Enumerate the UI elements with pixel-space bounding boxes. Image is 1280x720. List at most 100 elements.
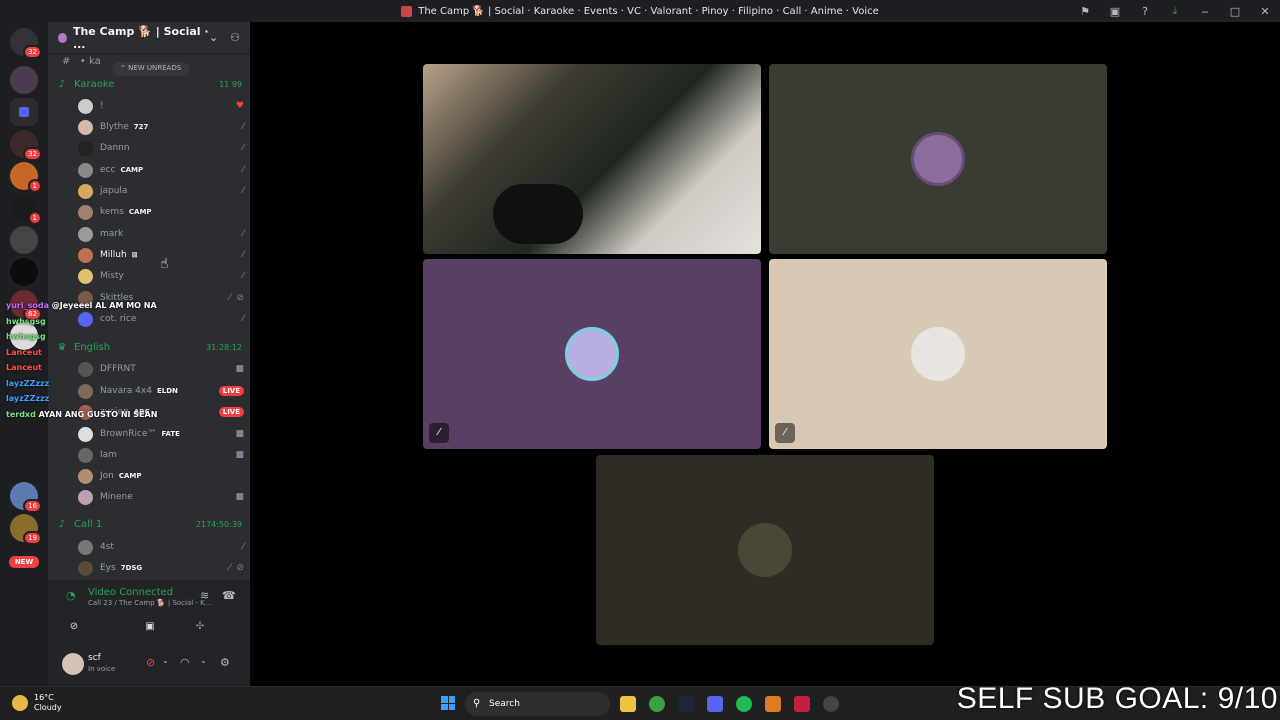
live-badge: LIVE xyxy=(218,407,244,417)
close-button[interactable]: ✕ xyxy=(1250,5,1280,18)
chevron-down-icon[interactable]: ⌄ xyxy=(162,656,169,665)
activities-button[interactable]: ✣ xyxy=(174,617,226,637)
member-item[interactable]: ! ♥ xyxy=(78,96,244,116)
member-item[interactable]: ecc CAMP ⁄ xyxy=(78,160,244,180)
signal-icon[interactable]: ◔ xyxy=(66,589,76,602)
disconnect-icon[interactable]: ☎ xyxy=(222,589,236,602)
member-item[interactable]: kems CAMP xyxy=(78,202,244,222)
spotify-icon[interactable] xyxy=(736,696,752,712)
video-tile-avatar[interactable]: ⁄ xyxy=(423,259,761,449)
member-item[interactable]: mark ⁄ xyxy=(78,224,244,244)
channel-timer: 2174:50:39 xyxy=(195,519,242,529)
avatar xyxy=(738,523,792,577)
avatar xyxy=(911,327,965,381)
member-item[interactable]: Jon CAMP xyxy=(78,466,244,486)
screen-icon[interactable]: ▣ xyxy=(1100,5,1130,18)
server-icon-pizza[interactable]: 1 xyxy=(10,162,42,193)
mute-icon: ⁄ xyxy=(242,122,244,132)
text-channel-peek[interactable]: # • ka xyxy=(62,56,101,67)
new-unreads-pill[interactable]: ⌃ NEW UNREADS xyxy=(112,62,190,76)
avatar xyxy=(78,119,93,135)
help-icon[interactable]: ? xyxy=(1130,5,1160,18)
app-icon[interactable] xyxy=(765,696,781,712)
download-icon[interactable]: ⤓ xyxy=(1160,4,1190,18)
weather-icon[interactable] xyxy=(12,695,28,711)
taskbar-search[interactable]: ⚲ Search xyxy=(465,692,610,716)
heart-icon: ♥ xyxy=(235,101,244,111)
inbox-icon[interactable]: ⚑ xyxy=(1070,5,1100,18)
add-member-icon[interactable]: ⚇ xyxy=(230,31,240,44)
gear-icon[interactable]: ⚙ xyxy=(220,656,230,669)
steam-icon[interactable] xyxy=(678,696,694,712)
avatar xyxy=(78,268,93,284)
minimize-button[interactable]: ‒ xyxy=(1190,5,1220,18)
start-button[interactable] xyxy=(441,696,455,710)
avatar xyxy=(78,226,93,242)
video-tile-avatar[interactable]: ⁄ xyxy=(769,259,1107,449)
server-icon[interactable] xyxy=(10,226,38,254)
avatar xyxy=(78,204,93,220)
stream-chat-overlay: yuri_soda @Jeyeeel AL AM MO NA hwhsgsg h… xyxy=(6,298,196,422)
mic-muted-icon[interactable]: ⊘ xyxy=(146,656,155,669)
avatar xyxy=(78,447,93,463)
chevron-down-icon[interactable]: ⌄ xyxy=(200,656,207,665)
member-item[interactable]: Eys 7DSG ⁄ ⊘ xyxy=(78,558,244,578)
voice-channel-call-1[interactable]: ♪ Call 1 2174:50:39 xyxy=(56,515,242,533)
voice-status[interactable]: Video Connected xyxy=(88,587,173,598)
avatar xyxy=(78,247,93,263)
member-item[interactable]: Dannn ⁄ xyxy=(78,138,244,158)
camera-off-button[interactable]: ⊘ xyxy=(48,617,100,637)
member-item[interactable]: Minene ■ xyxy=(78,487,244,507)
avatar xyxy=(78,183,93,199)
member-item[interactable]: Iam ■ xyxy=(78,445,244,465)
channel-name: Call 1 xyxy=(74,518,103,530)
chrome-icon[interactable] xyxy=(649,696,665,712)
member-item[interactable]: japula ⁄ xyxy=(78,181,244,201)
server-name: The Camp 🐕 | Social · ... xyxy=(72,24,209,51)
noise-suppression-icon[interactable]: ≋ xyxy=(200,589,209,602)
discord-icon[interactable] xyxy=(707,696,723,712)
server-icon[interactable] xyxy=(10,66,38,94)
video-tile-camera[interactable] xyxy=(423,64,761,254)
voice-location[interactable]: Call 23 / The Camp 🐕 | Social - K... xyxy=(88,599,211,607)
app-icon[interactable] xyxy=(794,696,810,712)
server-icon[interactable]: 19 xyxy=(10,514,42,545)
file-explorer-icon[interactable] xyxy=(620,696,636,712)
channel-timer: 31:28:12 xyxy=(206,342,242,352)
member-item[interactable]: BrownRice™ FATE ■ xyxy=(78,424,244,444)
member-item[interactable]: 4st ⁄ xyxy=(78,537,244,557)
mute-icon: ⁄ xyxy=(242,271,244,281)
server-header[interactable]: The Camp 🐕 | Social · ... ⌄ ⚇ xyxy=(48,22,250,54)
username[interactable]: scf xyxy=(88,653,101,663)
server-icon[interactable]: 32 xyxy=(10,130,42,161)
voice-icon: ♪ xyxy=(58,518,66,530)
channel-name: Karaoke xyxy=(74,78,115,90)
server-icon[interactable]: 16 xyxy=(10,482,42,513)
headphones-icon[interactable]: ◠ xyxy=(180,656,190,669)
new-server-pill[interactable]: NEW xyxy=(9,556,39,568)
video-tile-avatar[interactable] xyxy=(769,64,1107,254)
video-tile-avatar[interactable] xyxy=(596,455,934,645)
server-icon-sixty[interactable]: 1 xyxy=(10,194,42,225)
avatar xyxy=(78,560,93,576)
server-icon[interactable] xyxy=(10,258,38,286)
channel-count: 11 99 xyxy=(219,79,242,89)
avatar xyxy=(78,98,93,114)
avatar[interactable] xyxy=(62,653,84,675)
maximize-button[interactable]: □ xyxy=(1220,5,1250,18)
weather-widget[interactable]: 16°C Cloudy xyxy=(34,693,62,713)
mute-icon: ⁄ xyxy=(228,563,231,573)
mute-icon: ⁄ xyxy=(775,423,795,443)
server-icon-home[interactable]: 32 xyxy=(10,28,42,59)
avatar xyxy=(78,489,93,505)
folder-icon[interactable] xyxy=(10,98,38,126)
avatar xyxy=(78,140,93,156)
chat-line: hwhsgsg xyxy=(6,332,46,341)
app-icon[interactable] xyxy=(823,696,839,712)
member-item[interactable]: Blythe 727 ⁄ xyxy=(78,117,244,137)
voice-channel-karaoke[interactable]: ♪ Karaoke 11 99 xyxy=(56,75,242,93)
stream-goal-overlay: SELF SUB GOAL: 9/10 xyxy=(956,682,1278,715)
screen-share-button[interactable]: ▣ xyxy=(124,617,176,637)
avatar xyxy=(911,132,965,186)
mute-icon: ⁄ xyxy=(242,186,244,196)
